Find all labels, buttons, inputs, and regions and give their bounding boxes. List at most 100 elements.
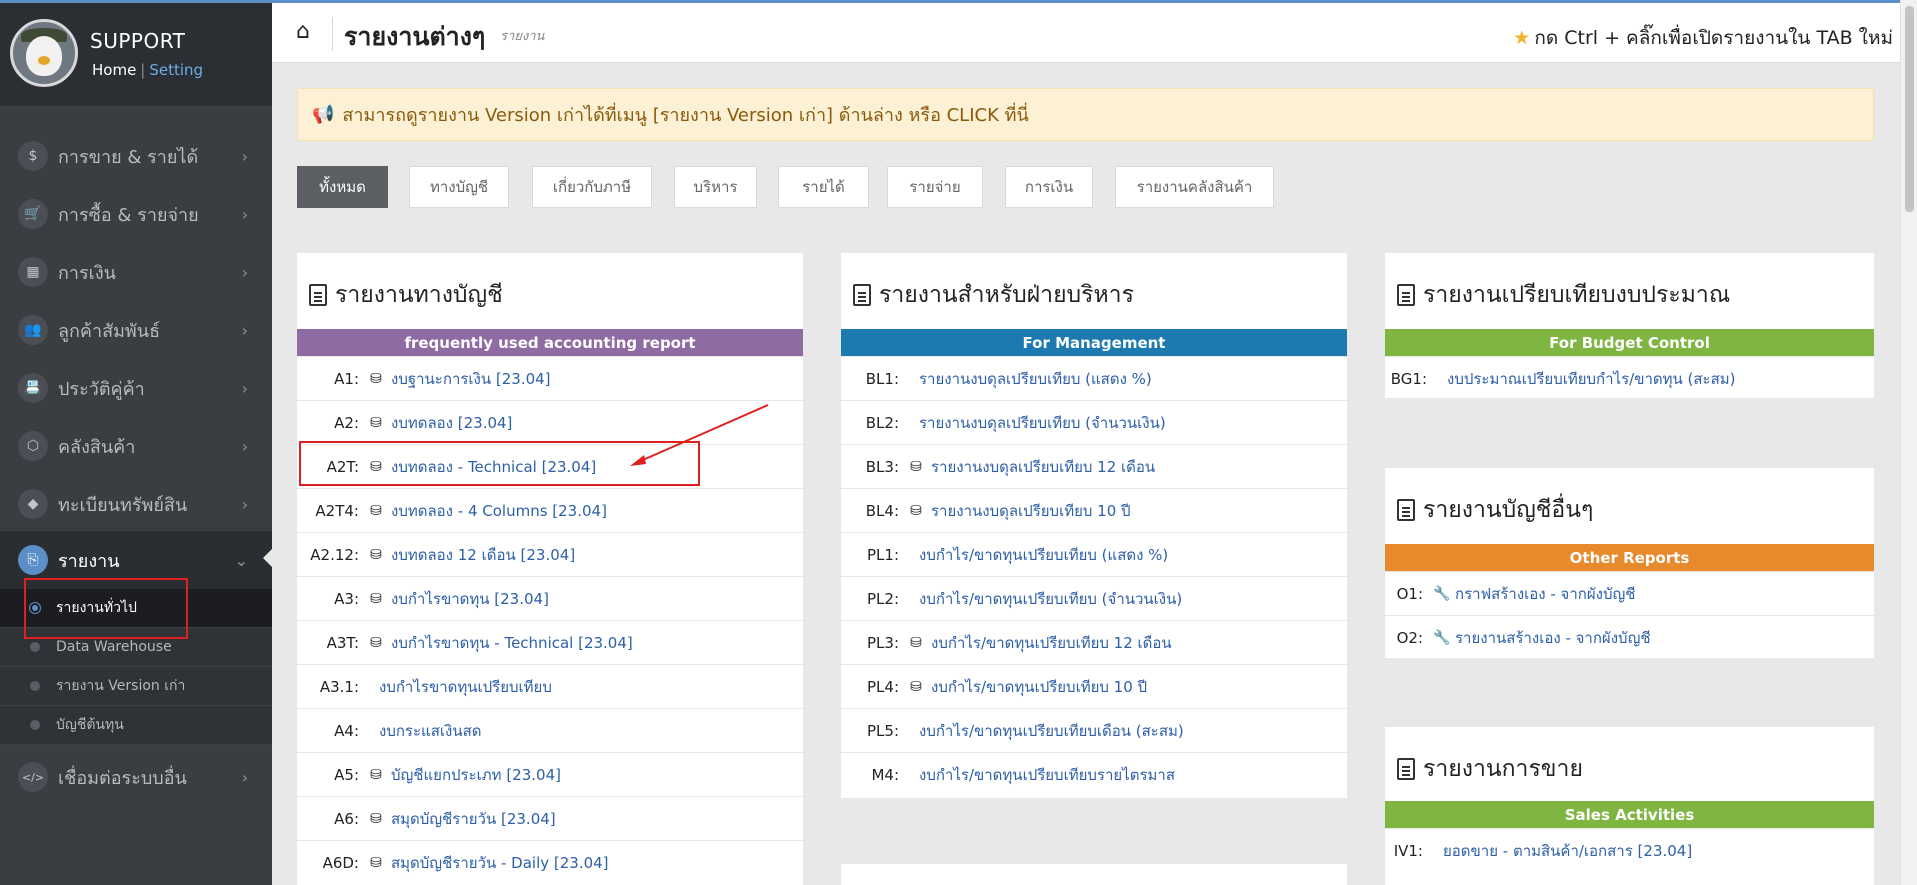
sidebar: SUPPORT Home | Setting $ การขาย & รายได้ ›… <box>0 0 272 885</box>
diamond-icon: ◆ <box>18 489 48 519</box>
report-row[interactable]: A3T: ⛁ งบกำไรขาดทุน - Technical [23.04] <box>297 620 803 664</box>
report-row[interactable]: M4: งบกำไร/ขาดทุนเปรียบเทียบรายไตรมาส <box>841 752 1347 796</box>
document-icon <box>309 284 327 306</box>
menu-integrations[interactable]: </> เชื่อมต่อระบบอื่น › <box>0 748 272 806</box>
bullet-icon <box>30 642 40 652</box>
report-link[interactable]: สมุดบัญชีรายวัน [23.04] <box>391 807 556 831</box>
home-link[interactable]: Home <box>92 61 136 79</box>
report-row[interactable]: O2: 🔧 รายงานสร้างเอง - จากผังบัญชี <box>1385 615 1874 659</box>
report-link[interactable]: รายงานสร้างเอง - จากผังบัญชี <box>1455 626 1651 650</box>
menu-label: คลังสินค้า <box>58 436 136 458</box>
report-link[interactable]: รายงานงบดุลเปรียบเทียบ (จำนวนเงิน) <box>919 411 1166 435</box>
calendar-icon: ▦ <box>18 257 48 287</box>
report-code: PL2: <box>867 589 899 608</box>
menu-sales-income[interactable]: $ การขาย & รายได้ › <box>0 127 272 185</box>
filter-inventory[interactable]: รายงานคลังสินค้า <box>1115 166 1274 208</box>
document-icon <box>1397 284 1415 306</box>
report-row[interactable]: PL1: งบกำไร/ขาดทุนเปรียบเทียบ (แสดง %) <box>841 532 1347 576</box>
menu-purchase-expense[interactable]: 🛒 การซื้อ & รายจ่าย › <box>0 185 272 243</box>
report-link[interactable]: งบกำไร/ขาดทุนเปรียบเทียบ (แสดง %) <box>919 543 1168 567</box>
filter-expense[interactable]: รายจ่าย <box>887 166 983 208</box>
report-link[interactable]: งบประมาณเปรียบเทียบกำไร/ขาดทุน (สะสม) <box>1447 367 1736 391</box>
filter-finance[interactable]: การเงิน <box>1005 166 1093 208</box>
submenu-label: Data Warehouse <box>56 639 172 655</box>
report-code: BL1: <box>865 369 899 388</box>
bullet-icon <box>30 681 40 691</box>
notice-banner[interactable]: 📢 สามารถดูรายงาน Version เก่าได้ที่เมนู … <box>297 88 1874 141</box>
report-row[interactable]: PL2: งบกำไร/ขาดทุนเปรียบเทียบ (จำนวนเงิน) <box>841 576 1347 620</box>
submenu-cost-accounting[interactable]: บัญชีต้นทุน <box>0 706 272 745</box>
contact-card-icon: 📇 <box>18 373 48 403</box>
report-row[interactable]: A6D: ⛁ สมุดบัญชีรายวัน - Daily [23.04] <box>297 840 803 884</box>
report-row[interactable]: BL4: ⛁ รายงานงบดุลเปรียบเทียบ 10 ปี <box>841 488 1347 532</box>
avatar[interactable] <box>10 19 78 87</box>
panel-budget-reports: รายงานเปรียบเทียบงบประมาณ For Budget Con… <box>1385 253 1874 398</box>
report-link[interactable]: งบกระแสเงินสด <box>379 719 481 743</box>
report-link[interactable]: งบกำไรขาดทุน [23.04] <box>391 587 549 611</box>
menu-finance[interactable]: ▦ การเงิน › <box>0 243 272 301</box>
report-link[interactable]: งบกำไร/ขาดทุนเปรียบเทียบเดือน (สะสม) <box>919 719 1184 743</box>
report-row[interactable]: PL4: ⛁ งบกำไร/ขาดทุนเปรียบเทียบ 10 ปี <box>841 664 1347 708</box>
report-link[interactable]: ยอดขาย - ตามสินค้า/เอกสาร [23.04] <box>1443 839 1692 863</box>
scrollbar[interactable] <box>1900 0 1917 885</box>
report-link[interactable]: งบฐานะการเงิน [23.04] <box>391 367 551 391</box>
filter-accounting[interactable]: ทางบัญชี <box>409 166 509 208</box>
report-link[interactable]: งบทดลอง - 4 Columns [23.04] <box>391 499 607 523</box>
report-link[interactable]: รายงานงบดุลเปรียบเทียบ 12 เดือน <box>931 455 1155 479</box>
database-icon: ⛁ <box>370 766 382 783</box>
setting-link[interactable]: Setting <box>149 61 203 79</box>
report-link[interactable]: งบกำไร/ขาดทุนเปรียบเทียบ (จำนวนเงิน) <box>919 587 1182 611</box>
report-row[interactable]: A2T4: ⛁ งบทดลอง - 4 Columns [23.04] <box>297 488 803 532</box>
report-row[interactable]: PL5: งบกำไร/ขาดทุนเปรียบเทียบเดือน (สะสม) <box>841 708 1347 752</box>
report-code: PL1: <box>867 545 899 564</box>
report-row[interactable]: A1: ⛁ งบฐานะการเงิน [23.04] <box>297 356 803 400</box>
report-row[interactable]: A6: ⛁ สมุดบัญชีรายวัน [23.04] <box>297 796 803 840</box>
report-link[interactable]: งบกำไรขาดทุนเปรียบเทียบ <box>379 675 552 699</box>
report-code: A3T: <box>326 633 359 652</box>
report-link[interactable]: งบทดลอง [23.04] <box>391 411 512 435</box>
filter-income[interactable]: รายได้ <box>778 166 869 208</box>
users-icon: 👥 <box>18 315 48 345</box>
report-row[interactable]: BG1: งบประมาณเปรียบเทียบกำไร/ขาดทุน (สะสม… <box>1385 356 1874 400</box>
submenu-old-version[interactable]: รายงาน Version เก่า <box>0 667 272 706</box>
report-row[interactable]: A2: ⛁ งบทดลอง [23.04] <box>297 400 803 444</box>
sidebar-links: Home | Setting <box>92 61 203 79</box>
home-icon[interactable]: ⌂ <box>296 21 318 43</box>
report-link[interactable]: กราฟสร้างเอง - จากผังบัญชี <box>1455 582 1635 606</box>
report-row[interactable]: A2.12: ⛁ งบทดลอง 12 เดือน [23.04] <box>297 532 803 576</box>
report-link[interactable]: งบกำไร/ขาดทุนเปรียบเทียบรายไตรมาส <box>919 763 1175 787</box>
report-link[interactable]: งบกำไรขาดทุน - Technical [23.04] <box>391 631 633 655</box>
report-row[interactable]: A5: ⛁ บัญชีแยกประเภท [23.04] <box>297 752 803 796</box>
panel-title: รายงานทางบัญชี <box>309 277 503 313</box>
report-link[interactable]: งบทดลอง 12 เดือน [23.04] <box>391 543 575 567</box>
report-row[interactable]: A3: ⛁ งบกำไรขาดทุน [23.04] <box>297 576 803 620</box>
menu-assets[interactable]: ◆ ทะเบียนทรัพย์สิน › <box>0 475 272 533</box>
scrollbar-thumb[interactable] <box>1905 6 1914 212</box>
chevron-right-icon: › <box>241 320 248 340</box>
filter-all[interactable]: ทั้งหมด <box>297 166 388 208</box>
menu-warehouse[interactable]: ⬡ คลังสินค้า › <box>0 417 272 475</box>
report-link[interactable]: งบกำไร/ขาดทุนเปรียบเทียบ 10 ปี <box>931 675 1147 699</box>
report-row[interactable]: A4: งบกระแสเงินสด <box>297 708 803 752</box>
report-row[interactable]: A3.1: งบกำไรขาดทุนเปรียบเทียบ <box>297 664 803 708</box>
menu-partner-history[interactable]: 📇 ประวัติคู่ค้า › <box>0 359 272 417</box>
filter-tax[interactable]: เกี่ยวกับภาษี <box>532 166 652 208</box>
chevron-down-icon: ⌄ <box>234 550 248 570</box>
report-row[interactable]: BL2: รายงานงบดุลเปรียบเทียบ (จำนวนเงิน) <box>841 400 1347 444</box>
report-code: M4: <box>871 765 899 784</box>
report-row[interactable]: IV1: ยอดขาย - ตามสินค้า/เอกสาร [23.04] <box>1385 828 1874 872</box>
report-row[interactable]: O1: 🔧 กราฟสร้างเอง - จากผังบัญชี <box>1385 571 1874 615</box>
report-row[interactable]: PL3: ⛁ งบกำไร/ขาดทุนเปรียบเทียบ 12 เดือน <box>841 620 1347 664</box>
report-link[interactable]: รายงานงบดุลเปรียบเทียบ (แสดง %) <box>919 367 1152 391</box>
filter-management[interactable]: บริหาร <box>674 166 757 208</box>
report-link[interactable]: งบกำไร/ขาดทุนเปรียบเทียบ 12 เดือน <box>931 631 1172 655</box>
panel-band: For Budget Control <box>1385 329 1874 356</box>
report-link[interactable]: รายงานงบดุลเปรียบเทียบ 10 ปี <box>931 499 1131 523</box>
panel-title-text: รายงานทางบัญชี <box>335 282 503 308</box>
report-row[interactable]: BL1: รายงานงบดุลเปรียบเทียบ (แสดง %) <box>841 356 1347 400</box>
report-link[interactable]: บัญชีแยกประเภท [23.04] <box>391 763 561 787</box>
report-link[interactable]: สมุดบัญชีรายวัน - Daily [23.04] <box>391 851 609 875</box>
report-row[interactable]: BL3: ⛁ รายงานงบดุลเปรียบเทียบ 12 เดือน <box>841 444 1347 488</box>
annotation-highlight-box <box>24 578 188 639</box>
menu-crm[interactable]: 👥 ลูกค้าสัมพันธ์ › <box>0 301 272 359</box>
